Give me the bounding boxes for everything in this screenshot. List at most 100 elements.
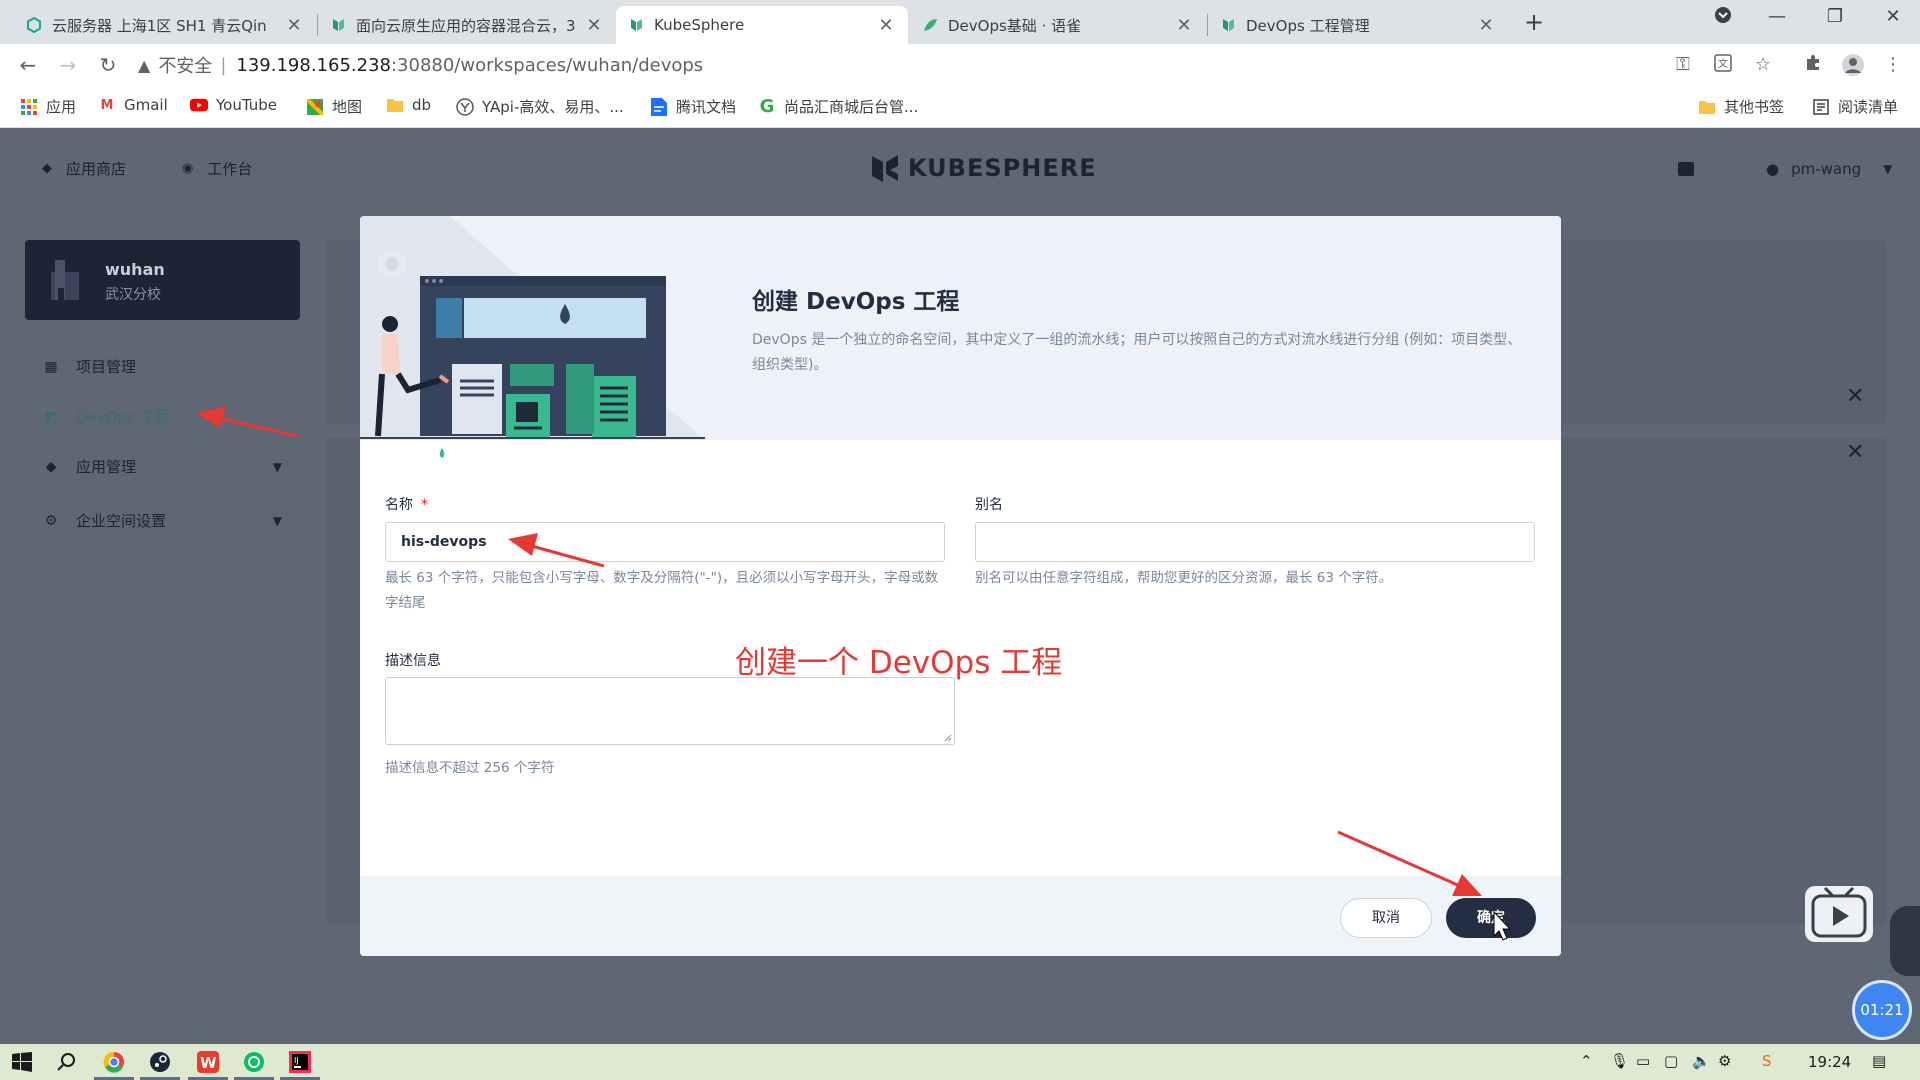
project-icon: ▦ [44,358,58,375]
steam-icon[interactable] [148,1050,172,1074]
back-icon[interactable]: ← [16,53,40,77]
nav-item-app-management[interactable]: ◆ 应用管理 ▼ [42,456,282,477]
nav-item-workspace-settings[interactable]: ⚙ 企业空间设置 ▼ [42,510,282,531]
modal-title: 创建 DevOps 工程 [752,289,960,315]
network-icon[interactable]: ▢ [1664,1052,1678,1070]
logo-text: KUBESPHERE [908,154,1097,182]
microphone-icon[interactable]: 🎙 [1610,1052,1629,1070]
key-icon[interactable]: ⚿ [1672,54,1694,76]
browser-tab-bar: 云服务器 上海1区 SH1 青云Qin ✕ 面向云原生应用的容器混合云，3 ✕ … [0,0,1920,44]
browser-tab[interactable]: DevOps 工程管理 ✕ [1208,6,1508,44]
tray-expand-icon[interactable]: ⌃ [1580,1052,1593,1070]
close-tab-icon[interactable]: ✕ [1174,15,1194,36]
bookmarks-bar: 应用 M Gmail YouTube 地图 db YApi-高效、易用、... … [0,86,1920,128]
wps-icon[interactable]: W [196,1050,220,1074]
translate-icon[interactable]: 文 [1712,54,1734,76]
workbench-label: 工作台 [207,160,253,178]
tab-title: 云服务器 上海1区 SH1 青云Qin [52,16,267,35]
svg-text:文: 文 [1718,57,1728,70]
url-path: :30880/workspaces/wuhan/devops [390,54,704,76]
nav-item-devops[interactable]: ◩ DevOps 工程 [42,406,282,427]
forward-icon[interactable]: → [56,53,80,77]
video-play-button[interactable] [1805,886,1873,942]
browser-tab-active[interactable]: KubeSphere ✕ [616,6,908,44]
alias-input[interactable] [975,522,1535,562]
workspace-description: 武汉分校 [105,287,161,303]
bookmark-gmail[interactable]: M Gmail [98,96,168,114]
input-method-icon[interactable]: ⚙ [1718,1052,1731,1070]
confirm-button[interactable]: 确定 [1446,898,1536,938]
maps-icon [306,98,324,116]
maximize-icon[interactable]: ❐ [1812,6,1858,27]
close-tab-icon[interactable]: ✕ [284,15,304,36]
search-icon[interactable] [54,1050,78,1074]
recording-timer[interactable]: 01:21 [1852,980,1912,1040]
user-avatar-icon: ● [1766,160,1780,178]
url-field[interactable]: ▲ 不安全 | 139.198.165.238 :30880/workspace… [138,49,1758,81]
close-tab-icon[interactable]: ✕ [584,15,604,36]
profile-avatar-icon[interactable] [1842,54,1864,76]
close-tab-icon[interactable]: ✕ [876,15,896,36]
reload-icon[interactable]: ↻ [96,53,120,77]
battery-icon[interactable]: ▭ [1636,1052,1650,1070]
tab-title: 面向云原生应用的容器混合云，3 [356,16,576,35]
workspace-name: wuhan [105,260,165,279]
sogou-icon[interactable]: S [1762,1052,1772,1070]
bookmark-youtube[interactable]: YouTube [190,96,277,114]
bookmark-db[interactable]: db [386,96,431,114]
wechat-icon[interactable] [242,1050,266,1074]
extensions-icon[interactable] [1802,54,1824,76]
name-input[interactable] [385,522,945,562]
app-store-link[interactable]: ◆ 应用商店 [42,158,126,179]
notification-icon[interactable] [1678,162,1694,176]
user-name: pm-wang [1791,160,1862,178]
tab-search-icon[interactable] [1700,6,1746,29]
side-expand-handle[interactable] [1890,906,1920,976]
resize-grip-icon[interactable] [942,732,952,742]
kubesphere-logo[interactable]: KUBESPHERE [870,152,1097,184]
intellij-icon[interactable]: IJ [288,1050,312,1074]
minimize-icon[interactable]: — [1754,6,1800,27]
menu-kebab-icon[interactable]: ⋮ [1882,54,1904,76]
nav-item-projects[interactable]: ▦ 项目管理 [42,356,282,377]
bookmark-other[interactable]: 其他书签 [1698,96,1784,117]
clock[interactable]: 19:24 [1808,1053,1851,1071]
kubesphere-favicon-icon [1220,17,1236,33]
cancel-button[interactable]: 取消 [1340,898,1432,938]
chrome-icon[interactable] [102,1050,126,1074]
bookmark-reading-list[interactable]: 阅读清单 [1812,96,1898,117]
bookmark-apps[interactable]: 应用 [20,96,76,117]
notification-center-icon[interactable]: ▤ [1872,1052,1886,1070]
close-tab-icon[interactable]: ✕ [1476,15,1496,36]
close-icon[interactable]: ✕ [1846,440,1864,465]
bookmark-tencent-docs[interactable]: 腾讯文档 [650,96,736,117]
address-bar-row: ← → ↻ ▲ 不安全 | 139.198.165.238 :30880/wor… [0,44,1920,86]
description-textarea[interactable] [385,677,955,745]
browser-tab[interactable]: 面向云原生应用的容器混合云，3 ✕ [318,6,616,44]
name-label: 名称 * [385,494,428,514]
bookmark-shangpinhui[interactable]: G 尚品汇商城后台管... [758,96,919,117]
bookmark-label: db [412,96,432,114]
windows-start-icon[interactable] [10,1050,34,1074]
bookmark-label: YouTube [216,96,277,114]
nav-label: 企业空间设置 [76,512,167,530]
bookmark-label: YApi-高效、易用、... [482,98,624,116]
create-devops-modal: 创建 DevOps 工程 DevOps 是一个独立的命名空间，其中定义了一组的流… [360,216,1561,956]
workspace-card[interactable]: wuhan 武汉分校 [25,240,300,320]
user-menu[interactable]: ● pm-wang ▼ [1766,160,1892,178]
close-icon[interactable]: ✕ [1846,384,1864,409]
bookmark-star-icon[interactable]: ☆ [1752,54,1774,76]
volume-icon[interactable]: 🔈 [1692,1052,1711,1070]
close-window-icon[interactable]: ✕ [1870,6,1916,27]
bookmark-label: 应用 [46,98,77,116]
required-mark: * [421,497,428,513]
browser-tab[interactable]: DevOps基础 · 语雀 ✕ [910,6,1206,44]
bookmark-yapi[interactable]: YApi-高效、易用、... [456,96,624,117]
browser-tab[interactable]: 云服务器 上海1区 SH1 青云Qin ✕ [14,6,316,44]
bookmark-maps[interactable]: 地图 [306,96,362,117]
new-tab-button[interactable]: + [1520,8,1548,36]
youtube-icon [190,96,208,114]
kubesphere-favicon-icon [330,17,346,33]
chevron-down-icon: ▼ [272,513,282,528]
workbench-link[interactable]: ◉ 工作台 [182,158,252,179]
